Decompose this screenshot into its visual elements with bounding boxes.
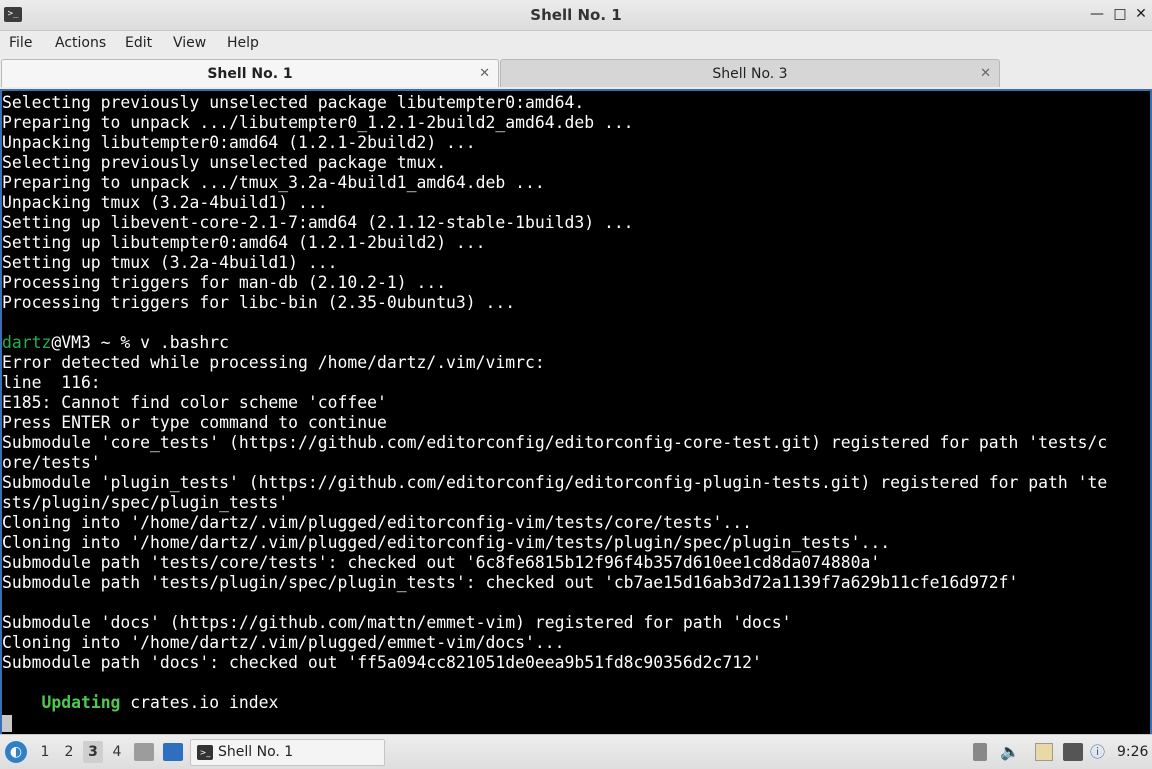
terminal-line: Cloning into '/home/dartz/.vim/plugged/e…: [2, 533, 891, 552]
tab-close-icon[interactable]: ✕: [980, 60, 991, 88]
terminal-line: Submodule 'core_tests' (https://github.c…: [2, 433, 1108, 452]
workspace-1[interactable]: 1: [35, 741, 55, 763]
terminal-lines-block-1: Selecting previously unselected package …: [2, 93, 1150, 313]
cursor-line: [2, 713, 1150, 733]
menu-edit[interactable]: Edit: [125, 31, 152, 56]
tab-bar: Shell No. 1 ✕ Shell No. 3 ✕: [0, 57, 1152, 88]
terminal-line: Cloning into '/home/dartz/.vim/plugged/e…: [2, 633, 565, 652]
close-icon[interactable]: ✕: [1131, 4, 1151, 24]
maximize-icon[interactable]: □: [1110, 4, 1130, 24]
terminal-line: Press ENTER or type command to continue: [2, 413, 387, 432]
tab-shell-3[interactable]: Shell No. 3 ✕: [500, 59, 1000, 87]
terminal-line: Error detected while processing /home/da…: [2, 353, 545, 372]
menu-file[interactable]: File: [9, 31, 32, 56]
terminal-line: Submodule 'plugin_tests' (https://github…: [2, 473, 1108, 492]
menu-actions[interactable]: Actions: [55, 31, 106, 56]
terminal-line: Submodule path 'tests/core/tests': check…: [2, 553, 881, 572]
window-titlebar[interactable]: >_ Shell No. 1 — □ ✕: [0, 0, 1152, 31]
text-cursor: [2, 715, 12, 732]
workspace-3[interactable]: 3: [83, 741, 103, 763]
terminal-output[interactable]: Selecting previously unselected package …: [0, 89, 1152, 734]
terminal-icon: >_: [197, 745, 213, 760]
terminal-line: Submodule path 'tests/plugin/spec/plugin…: [2, 573, 1019, 592]
tab-shell-1[interactable]: Shell No. 1 ✕: [1, 59, 499, 87]
taskbar-window-label: Shell No. 1: [218, 744, 294, 760]
prompt-command: @VM3 ~ % v .bashrc: [51, 333, 229, 352]
notification-icon[interactable]: ⓘ: [1090, 743, 1108, 761]
terminal-line: Preparing to unpack .../libutempter0_1.2…: [2, 113, 634, 132]
battery-icon[interactable]: [973, 743, 987, 761]
tab-close-icon[interactable]: ✕: [479, 60, 490, 88]
tab-label: Shell No. 3: [712, 66, 788, 82]
workspace-4[interactable]: 4: [107, 741, 127, 763]
terminal-line: Setting up tmux (3.2a-4build1) ...: [2, 253, 338, 272]
volume-icon[interactable]: 🔈: [1000, 743, 1020, 761]
terminal-line: Preparing to unpack .../tmux_3.2a-4build…: [2, 173, 545, 192]
terminal-line: Selecting previously unselected package …: [2, 93, 585, 112]
file-manager-icon[interactable]: [134, 743, 154, 761]
terminal-line: Setting up libutempter0:amd64 (1.2.1-2bu…: [2, 233, 486, 252]
clipboard-icon[interactable]: [1035, 743, 1053, 761]
terminal-line: sts/plugin/spec/plugin_tests': [2, 493, 289, 512]
status-keyword: Updating: [41, 693, 121, 712]
taskbar: ◐ 1 2 3 4 >_ Shell No. 1 🔈 ⓘ 9:26: [0, 734, 1152, 769]
shell-prompt: dartz@VM3 ~ % v .bashrc: [2, 333, 1150, 353]
start-menu-icon[interactable]: ◐: [5, 741, 27, 763]
tab-label: Shell No. 1: [207, 66, 293, 82]
prompt-user: dartz: [2, 333, 52, 352]
terminal-line: line 116:: [2, 373, 101, 392]
terminal-line: Selecting previously unselected package …: [2, 153, 447, 172]
network-icon[interactable]: [1063, 743, 1083, 761]
terminal-line: Unpacking libutempter0:amd64 (1.2.1-2bui…: [2, 133, 476, 152]
show-desktop-icon[interactable]: [163, 743, 183, 761]
terminal-line: ore/tests': [2, 453, 101, 472]
terminal-line: Processing triggers for man-db (2.10.2-1…: [2, 273, 447, 292]
taskbar-window-button[interactable]: >_ Shell No. 1: [190, 739, 385, 766]
status-text: crates.io index: [120, 693, 279, 712]
workspace-2[interactable]: 2: [59, 741, 79, 763]
terminal-line: Cloning into '/home/dartz/.vim/plugged/e…: [2, 513, 752, 532]
terminal-line: Submodule 'docs' (https://github.com/mat…: [2, 613, 792, 632]
window-title: Shell No. 1: [530, 6, 622, 24]
menu-help[interactable]: Help: [227, 31, 259, 56]
terminal-line: Processing triggers for libc-bin (2.35-0…: [2, 293, 516, 312]
terminal-line: Submodule path 'docs': checked out 'ff5a…: [2, 653, 762, 672]
menu-view[interactable]: View: [173, 31, 206, 56]
terminal-line: E185: Cannot find color scheme 'coffee': [2, 393, 387, 412]
terminal-lines-block-2: Error detected while processing /home/da…: [2, 353, 1150, 693]
cargo-status-line: Updating crates.io index: [2, 693, 1150, 713]
clock[interactable]: 9:26: [1117, 735, 1148, 769]
menu-bar: File Actions Edit View Help: [0, 31, 1152, 56]
terminal-line: Setting up libevent-core-2.1-7:amd64 (2.…: [2, 213, 634, 232]
terminal-line: Unpacking tmux (3.2a-4build1) ...: [2, 193, 328, 212]
minimize-icon[interactable]: —: [1087, 4, 1107, 24]
